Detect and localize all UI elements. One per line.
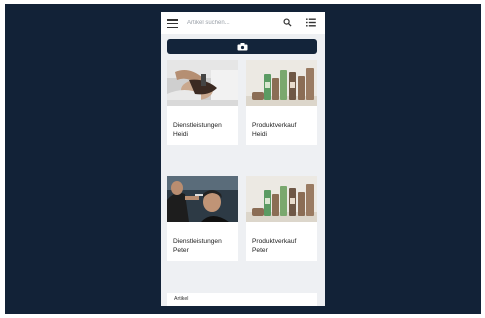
card-title: Dienstleistungen Heidi xyxy=(173,122,222,138)
hair-service-photo xyxy=(167,60,238,106)
card-title: Produktverkauf Peter xyxy=(252,238,297,254)
product-card-produktverkauf-heidi[interactable]: Produktverkauf Heidi xyxy=(246,60,317,145)
card-title: Produktverkauf Heidi xyxy=(252,122,297,138)
phone-screen: DienstleistungenHeidi ProduktverkaufHeid… xyxy=(161,12,325,306)
search-input[interactable] xyxy=(187,17,283,29)
product-card-dienstleistungen-peter[interactable]: Dienstleistungen Peter xyxy=(167,176,238,261)
product-card-produktverkauf-peter[interactable]: Produktverkauf Peter xyxy=(246,176,317,261)
barber-service-photo xyxy=(167,176,238,222)
card-title: Dienstleistungen Peter xyxy=(173,238,222,254)
menu-icon[interactable] xyxy=(167,19,178,29)
list-view-icon[interactable] xyxy=(306,18,316,27)
camera-button[interactable] xyxy=(167,39,317,54)
product-card-dienstleistungen-heidi[interactable]: Dienstleistungen Heidi xyxy=(167,60,238,145)
section-articles: Artikel xyxy=(167,293,317,306)
search-icon[interactable] xyxy=(283,18,292,27)
top-bar xyxy=(161,12,325,34)
hair-products-photo xyxy=(246,60,317,106)
section-label: Artikel xyxy=(174,296,189,302)
hair-products-photo xyxy=(246,176,317,222)
camera-switch-icon xyxy=(237,42,247,50)
